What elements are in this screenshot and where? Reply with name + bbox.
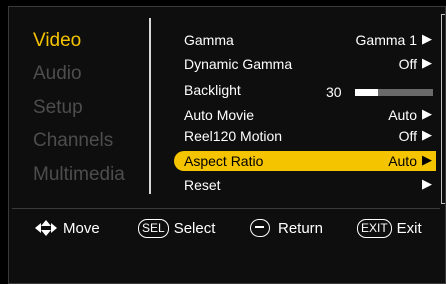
menu-item-reel120-motion[interactable]: Reel120 Motion Off ▶ bbox=[174, 126, 436, 146]
right-arrow-icon: ▶ bbox=[422, 55, 432, 70]
category-multimedia[interactable]: Multimedia bbox=[33, 164, 125, 186]
dpad-arrows-icon bbox=[35, 220, 57, 236]
menu-item-dynamic-gamma[interactable]: Dynamic Gamma Off ▶ bbox=[174, 54, 436, 74]
category-video[interactable]: Video bbox=[33, 30, 81, 52]
move-hint: Move bbox=[34, 219, 100, 237]
menu-item-label: Auto Movie bbox=[184, 107, 255, 123]
right-arrow-icon: ▶ bbox=[422, 152, 432, 167]
exit-key-icon: EXIT bbox=[357, 219, 392, 238]
menu-item-label: Gamma bbox=[184, 32, 234, 48]
menu-item-label: Reset bbox=[184, 177, 221, 193]
category-setup[interactable]: Setup bbox=[33, 97, 83, 119]
menu-divider bbox=[149, 18, 151, 194]
menu-item-auto-movie[interactable]: Auto Movie Auto ▶ bbox=[174, 105, 436, 125]
scroll-frame bbox=[441, 14, 445, 204]
backlight-slider[interactable] bbox=[355, 89, 433, 96]
menu-item-value: Auto bbox=[388, 107, 417, 123]
exit-hint: EXIT Exit bbox=[357, 219, 422, 238]
menu-item-reset[interactable]: Reset ▶ bbox=[174, 175, 436, 195]
menu-item-value: Off bbox=[398, 128, 417, 144]
return-hint: Return bbox=[250, 219, 323, 237]
backlight-value: 30 bbox=[326, 84, 342, 100]
select-hint: SEL Select bbox=[138, 219, 215, 238]
menu-item-label: Backlight bbox=[184, 82, 241, 98]
sel-key-icon: SEL bbox=[138, 219, 169, 238]
menu-item-label: Aspect Ratio bbox=[184, 153, 264, 169]
menu-item-value: Auto bbox=[388, 153, 417, 169]
return-label: Return bbox=[278, 219, 324, 237]
exit-label: Exit bbox=[396, 220, 422, 237]
menu-item-value: Gamma 1 bbox=[355, 32, 417, 48]
right-arrow-icon: ▶ bbox=[422, 176, 432, 191]
select-label: Select bbox=[173, 220, 216, 237]
menu-item-aspect-ratio[interactable]: Aspect Ratio Auto ▶ bbox=[174, 151, 436, 171]
footer-hints: Move SEL Select Return EXIT Exit bbox=[0, 211, 446, 251]
return-key-icon bbox=[250, 219, 270, 237]
footer-divider bbox=[12, 208, 440, 209]
right-arrow-icon: ▶ bbox=[422, 127, 432, 142]
right-arrow-icon: ▶ bbox=[422, 106, 432, 121]
menu-item-gamma[interactable]: Gamma Gamma 1 ▶ bbox=[174, 30, 436, 50]
menu-item-label: Reel120 Motion bbox=[184, 128, 283, 144]
menu-item-value: Off bbox=[398, 56, 417, 72]
move-label: Move bbox=[63, 219, 100, 237]
right-arrow-icon: ▶ bbox=[422, 31, 432, 46]
backlight-slider-fill bbox=[355, 89, 379, 96]
category-channels[interactable]: Channels bbox=[33, 130, 113, 152]
menu-item-label: Dynamic Gamma bbox=[184, 56, 293, 72]
category-audio[interactable]: Audio bbox=[33, 63, 82, 85]
tv-menu-screen: Video Audio Setup Channels Multimedia Ga… bbox=[0, 0, 446, 284]
